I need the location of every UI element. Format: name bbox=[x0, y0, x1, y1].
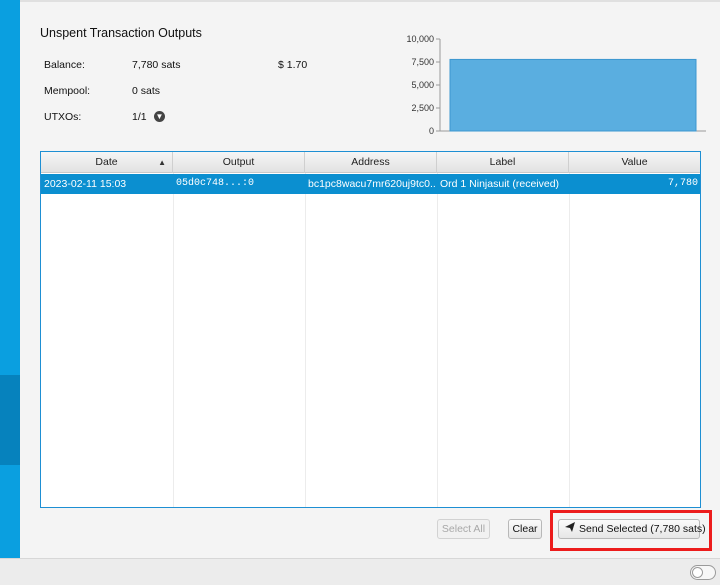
y-tick-label: 2,500 bbox=[411, 103, 434, 113]
sidebar bbox=[0, 0, 20, 560]
cell-value: 7,780 bbox=[667, 178, 698, 189]
column-header-value[interactable]: Value bbox=[569, 152, 700, 173]
cell-address: bc1pc8wacu7mr620uj9tc0... bbox=[308, 178, 435, 190]
mempool-label: Mempool: bbox=[44, 85, 91, 97]
utxos-panel: Unspent Transaction Outputs Balance: 7,7… bbox=[20, 2, 720, 558]
table-header: Date ▲ Output Address Label Value bbox=[41, 152, 700, 173]
balance-value: 7,780 sats bbox=[132, 59, 181, 71]
sidebar-selected-item[interactable] bbox=[0, 375, 20, 465]
mempool-value: 0 sats bbox=[132, 85, 161, 97]
utxo-table[interactable]: Date ▲ Output Address Label Value 2023-0… bbox=[40, 151, 701, 508]
column-divider bbox=[569, 173, 570, 507]
column-header-output[interactable]: Output bbox=[173, 152, 305, 173]
table-row[interactable]: 2023-02-11 15:03 05d0c748...:0 bc1pc8wac… bbox=[41, 174, 700, 194]
column-header-date[interactable]: Date ▲ bbox=[41, 152, 173, 173]
utxos-value: 1/1 bbox=[132, 111, 147, 123]
utxos-label: UTXOs: bbox=[44, 111, 82, 123]
y-tick-label: 10,000 bbox=[406, 34, 434, 44]
column-divider bbox=[305, 173, 306, 507]
page-title: Unspent Transaction Outputs bbox=[40, 26, 202, 40]
highlight-annotation bbox=[550, 510, 712, 551]
clear-button[interactable]: Clear bbox=[508, 519, 542, 539]
chevron-down-circle-icon[interactable]: ▼ bbox=[154, 111, 165, 122]
chart-bar bbox=[449, 58, 697, 132]
balance-chart: 10,000 7,500 5,000 2,500 0 bbox=[370, 30, 710, 140]
y-tick-label: 0 bbox=[429, 126, 434, 136]
column-header-date-label: Date bbox=[95, 156, 118, 168]
select-all-button[interactable]: Select All bbox=[437, 519, 490, 539]
balance-fiat-value: $ 1.70 bbox=[278, 59, 308, 71]
column-divider bbox=[437, 173, 438, 507]
balance-label: Balance: bbox=[44, 59, 85, 71]
cell-date: 2023-02-11 15:03 bbox=[44, 178, 127, 190]
cell-output: 05d0c748...:0 bbox=[176, 178, 255, 189]
sort-ascending-icon: ▲ bbox=[158, 158, 166, 167]
y-tick-label: 5,000 bbox=[411, 80, 434, 90]
column-header-label[interactable]: Label bbox=[437, 152, 569, 173]
cell-label: Ord 1 Ninjasuit (received) bbox=[440, 178, 560, 190]
y-tick-label: 7,500 bbox=[411, 57, 434, 67]
toggle-knob bbox=[692, 567, 703, 578]
toggle-switch[interactable] bbox=[690, 565, 716, 580]
column-header-address[interactable]: Address bbox=[305, 152, 437, 173]
column-divider bbox=[173, 173, 174, 507]
status-bar bbox=[0, 558, 720, 585]
balance-chart-svg: 10,000 7,500 5,000 2,500 0 bbox=[406, 34, 706, 136]
